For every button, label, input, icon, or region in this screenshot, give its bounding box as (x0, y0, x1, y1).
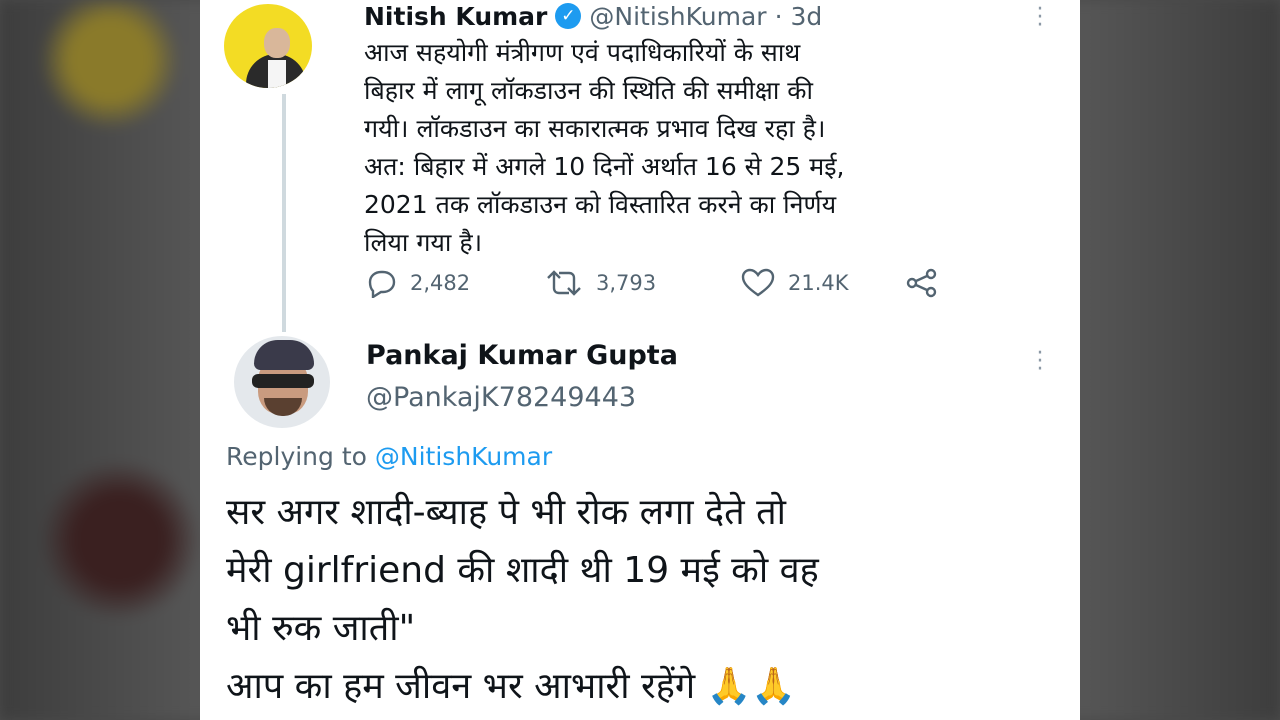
reply-author-name[interactable]: Pankaj Kumar Gupta (366, 340, 678, 371)
avatar-nitish-kumar[interactable] (224, 4, 312, 88)
tweet-text: आज सहयोगी मंत्रीगण एवं पदाधिकारियों के स… (364, 38, 845, 257)
verified-badge-icon: ✓ (555, 3, 582, 29)
share-button[interactable] (904, 268, 940, 298)
tweet-header: Nitish Kumar ✓ @NitishKumar · 3d (364, 0, 822, 32)
reply-icon (368, 270, 396, 298)
reply-text: सर अगर शादी-ब्याह पे भी रोक लगा देते तो … (226, 492, 819, 707)
replying-to-mention[interactable]: @NitishKumar (375, 442, 552, 471)
retweet-button[interactable]: 3,793 (544, 268, 740, 298)
tweet-time[interactable]: · 3d (775, 2, 823, 31)
reply-more-icon[interactable]: · · · (1035, 343, 1045, 381)
like-button[interactable]: 21.4K (740, 268, 904, 298)
replying-to-label: Replying to (226, 442, 367, 471)
author-handle[interactable]: @NitishKumar (589, 2, 766, 31)
avatar-pankaj-kumar-gupta[interactable] (234, 336, 330, 428)
author-name[interactable]: Nitish Kumar (364, 2, 547, 31)
retweet-count: 3,793 (596, 271, 657, 295)
tweet-card: Nitish Kumar ✓ @NitishKumar · 3d · · · आज … (200, 0, 1080, 720)
like-count: 21.4K (788, 271, 849, 295)
thread-connector-line (282, 94, 286, 332)
reply-author-handle[interactable]: @PankajK78249443 (366, 382, 636, 413)
replying-to-line: Replying to @NitishKumar (226, 442, 552, 471)
reply-count: 2,482 (410, 271, 471, 295)
tweet-actions: 2,482 3,793 21.4K (364, 268, 940, 298)
share-icon (906, 268, 937, 298)
reply-button[interactable]: 2,482 (364, 268, 544, 298)
retweet-icon (547, 270, 581, 296)
more-icon[interactable]: · · · (1035, 0, 1045, 37)
heart-icon (741, 268, 775, 297)
